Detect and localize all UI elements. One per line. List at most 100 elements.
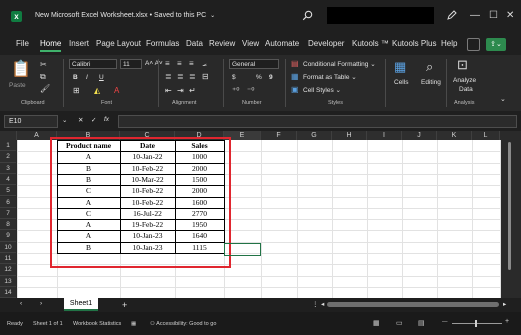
decrease-indent-icon[interactable]: ⇤: [165, 86, 172, 95]
editing-icon[interactable]: ⌕: [426, 59, 433, 75]
format-painter-icon[interactable]: 🖌: [40, 84, 50, 93]
previous-sheet-icon[interactable]: ‹: [20, 300, 22, 307]
zoom-slider-thumb[interactable]: [475, 320, 477, 327]
tab-page-layout[interactable]: Page Layout: [96, 39, 141, 48]
comments-button[interactable]: [467, 38, 480, 51]
insert-function-icon[interactable]: fx: [104, 116, 109, 123]
row-header[interactable]: 11: [0, 253, 16, 265]
row-header[interactable]: 4: [0, 173, 16, 186]
align-top-icon[interactable]: ≡: [165, 59, 170, 68]
row-header[interactable]: 5: [0, 185, 16, 197]
column-header[interactable]: I: [367, 131, 402, 140]
tab-formulas[interactable]: Formulas: [146, 39, 179, 48]
font-name-select[interactable]: Calibri: [69, 59, 117, 69]
paste-icon[interactable]: 📋: [11, 59, 31, 79]
share-button[interactable]: ⇪⌄: [486, 38, 506, 51]
row-header[interactable]: 12: [0, 264, 16, 276]
cells-icon[interactable]: ▦: [394, 59, 406, 75]
font-size-select[interactable]: 11: [120, 59, 142, 69]
scroll-right-icon[interactable]: ▸: [503, 300, 506, 308]
normal-view-icon[interactable]: ▦: [373, 319, 380, 327]
workbook-statistics-button[interactable]: Workbook Statistics: [73, 321, 121, 327]
collapse-ribbon-icon[interactable]: ⌄: [500, 95, 506, 103]
row-header[interactable]: 10: [0, 241, 16, 253]
vertical-scrollbar[interactable]: [508, 142, 511, 270]
comma-button[interactable]: 9: [269, 74, 273, 81]
close-button[interactable]: ✕: [506, 10, 514, 21]
tab-view[interactable]: View: [242, 39, 259, 48]
minimize-button[interactable]: —: [470, 10, 480, 21]
tab-kutools-plus[interactable]: Kutools Plus: [392, 39, 436, 48]
align-middle-icon[interactable]: ≡: [177, 59, 182, 68]
more-options-icon[interactable]: ⋮: [312, 300, 319, 308]
tab-kutools[interactable]: Kutools ™: [352, 39, 389, 48]
paste-label[interactable]: Paste: [9, 82, 26, 89]
number-format-select[interactable]: General: [229, 59, 279, 69]
borders-icon[interactable]: ⊞: [73, 86, 80, 95]
tab-home[interactable]: Home: [40, 39, 62, 52]
percent-button[interactable]: %: [256, 74, 262, 81]
tab-help[interactable]: Help: [441, 39, 457, 48]
tab-data[interactable]: Data: [186, 39, 203, 48]
bold-button[interactable]: B: [73, 74, 78, 81]
tab-developer[interactable]: Developer: [308, 39, 344, 48]
row-header[interactable]: 14: [0, 286, 16, 299]
sheet-tab[interactable]: Sheet1: [64, 296, 98, 311]
align-center-icon[interactable]: ≣: [177, 72, 184, 81]
row-header[interactable]: 1: [0, 140, 16, 152]
italic-button[interactable]: I: [86, 74, 88, 81]
macro-recording-icon[interactable]: ▦: [131, 321, 136, 327]
tab-automate[interactable]: Automate: [265, 39, 299, 48]
merge-center-icon[interactable]: ⊟: [202, 72, 209, 81]
underline-button[interactable]: U: [99, 74, 104, 81]
column-header[interactable]: K: [437, 131, 472, 140]
tab-review[interactable]: Review: [209, 39, 235, 48]
format-as-table-button[interactable]: Format as Table ⌄: [303, 73, 357, 81]
orientation-icon[interactable]: ⦟: [202, 59, 207, 69]
column-header[interactable]: J: [402, 131, 437, 140]
name-box[interactable]: E10: [4, 115, 58, 128]
conditional-formatting-button[interactable]: Conditional Formatting ⌄: [303, 60, 376, 68]
row-header[interactable]: 7: [0, 207, 16, 220]
decrease-decimal-icon[interactable]: ⁻⁰: [247, 86, 254, 95]
column-header[interactable]: G: [297, 131, 332, 140]
currency-button[interactable]: $: [232, 74, 236, 81]
name-box-dropdown-icon[interactable]: ⌄: [62, 116, 67, 124]
font-grow-button[interactable]: A˄ A˅: [145, 60, 163, 67]
data-label[interactable]: Data: [459, 86, 473, 93]
row-header[interactable]: 9: [0, 230, 16, 242]
zoom-in-button[interactable]: +: [505, 318, 509, 325]
fill-color-icon[interactable]: ◭: [94, 86, 100, 95]
align-left-icon[interactable]: ≣: [165, 72, 172, 81]
cell-styles-button[interactable]: Cell Styles ⌄: [303, 86, 341, 94]
row-header[interactable]: 3: [0, 162, 16, 174]
conditional-formatting-icon[interactable]: ▤: [291, 59, 299, 68]
font-color-icon[interactable]: A: [114, 86, 119, 95]
maximize-button[interactable]: ☐: [489, 10, 498, 21]
tab-file[interactable]: File: [16, 39, 29, 48]
format-as-table-icon[interactable]: ▦: [291, 72, 299, 81]
increase-decimal-icon[interactable]: ⁺⁰: [232, 86, 239, 95]
column-header[interactable]: L: [472, 131, 500, 140]
add-sheet-button[interactable]: +: [122, 300, 127, 310]
row-header[interactable]: 6: [0, 196, 16, 208]
search-icon[interactable]: [302, 10, 313, 24]
align-bottom-icon[interactable]: ≡: [189, 59, 194, 68]
zoom-out-button[interactable]: —: [442, 319, 448, 325]
column-header[interactable]: H: [332, 131, 367, 140]
column-header[interactable]: F: [261, 131, 297, 140]
row-header[interactable]: 2: [0, 151, 16, 163]
cut-icon[interactable]: ✂: [40, 60, 47, 69]
horizontal-scrollbar[interactable]: [327, 302, 499, 307]
cancel-icon[interactable]: ✕: [78, 116, 83, 124]
next-sheet-icon[interactable]: ›: [40, 300, 42, 307]
tab-insert[interactable]: Insert: [69, 39, 89, 48]
increase-indent-icon[interactable]: ⇥: [177, 86, 184, 95]
wrap-text-icon[interactable]: ↵: [189, 86, 196, 95]
formula-input[interactable]: [118, 115, 517, 128]
cell-styles-icon[interactable]: ▣: [291, 85, 299, 94]
copy-icon[interactable]: ⧉: [40, 72, 46, 82]
align-right-icon[interactable]: ≣: [189, 72, 196, 81]
editing-button[interactable]: Editing: [421, 79, 441, 86]
analyze-data-icon[interactable]: ⊡: [457, 57, 468, 73]
